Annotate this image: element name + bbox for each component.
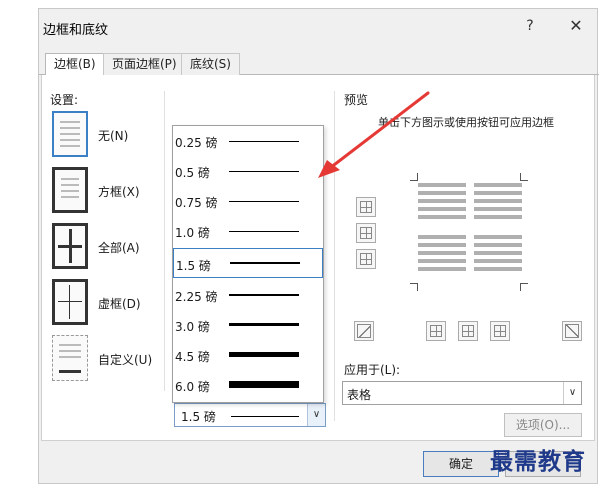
line-width-option[interactable]: 6.0 磅: [173, 370, 323, 400]
divider: [164, 91, 165, 391]
borders-and-shading-dialog: 边框和底纹 ? ✕ 边框(B) 页面边框(P) 底纹(S) 设置: 无(N) 方…: [38, 8, 599, 484]
line-width-option[interactable]: 3.0 磅: [173, 310, 323, 340]
top-border-button[interactable]: [356, 197, 376, 217]
preview-corner: [520, 283, 528, 291]
setting-all-label: 全部(A): [98, 241, 140, 255]
setting-custom-icon: [52, 335, 88, 381]
line-width-option-selected[interactable]: 1.5 磅: [173, 248, 323, 278]
preview-corner: [410, 173, 418, 181]
watermark-logo: 最需教育: [490, 448, 586, 475]
tab-page-border[interactable]: 页面边框(P): [103, 53, 186, 75]
setting-grid-label: 虚框(D): [98, 297, 141, 311]
help-button[interactable]: ?: [519, 15, 541, 37]
line-width-option[interactable]: 0.25 磅: [173, 126, 323, 156]
setting-box[interactable]: 方框(X): [50, 167, 170, 217]
setting-all-icon: [52, 223, 88, 269]
inside-vertical-border-button[interactable]: [458, 321, 478, 341]
setting-box-label: 方框(X): [98, 185, 140, 199]
divider: [334, 91, 335, 421]
preview-area[interactable]: [418, 183, 526, 283]
apply-to-select[interactable]: 表格 ∨: [342, 381, 582, 405]
dialog-title: 边框和底纹: [43, 23, 109, 38]
tab-strip: 边框(B) 页面边框(P) 底纹(S): [39, 53, 599, 76]
right-border-button[interactable]: [490, 321, 510, 341]
setting-grid[interactable]: 虚框(D): [50, 279, 170, 329]
close-button[interactable]: ✕: [565, 15, 587, 37]
line-width-option[interactable]: 2.25 磅: [173, 280, 323, 310]
diagonal-up-border-button[interactable]: [354, 321, 374, 341]
chevron-down-icon[interactable]: ∨: [563, 382, 581, 404]
setting-none-label: 无(N): [98, 129, 129, 143]
setting-box-icon: [52, 167, 88, 213]
inside-horizontal-border-button[interactable]: [356, 223, 376, 243]
setting-custom-label: 自定义(U): [98, 353, 153, 367]
line-width-value: 1.5 磅: [181, 410, 216, 424]
apply-to-value: 表格: [347, 388, 372, 402]
line-width-option[interactable]: 0.5 磅: [173, 156, 323, 186]
preview-hint: 单击下方图示或使用按钮可应用边框: [378, 116, 554, 129]
bottom-border-button[interactable]: [356, 249, 376, 269]
tab-shading[interactable]: 底纹(S): [181, 53, 240, 75]
setting-none[interactable]: 无(N): [50, 111, 170, 161]
apply-to-label: 应用于(L):: [344, 363, 401, 377]
line-width-option[interactable]: 4.5 磅: [173, 340, 323, 370]
left-border-button[interactable]: [426, 321, 446, 341]
options-button[interactable]: 选项(O)...: [504, 413, 582, 437]
ok-button[interactable]: 确定: [423, 451, 499, 477]
setting-all[interactable]: 全部(A): [50, 223, 170, 273]
preview-corner: [520, 173, 528, 181]
line-width-sample: [231, 416, 299, 417]
line-width-combo[interactable]: 1.5 磅 ∨: [174, 403, 326, 427]
setting-label: 设置:: [50, 93, 79, 107]
preview-label: 预览: [344, 93, 369, 107]
borders-panel: 设置: 无(N) 方框(X) 全部(A) 虚框(D) 自定义(U) 0.25 磅…: [41, 75, 595, 441]
diagonal-down-border-button[interactable]: [562, 321, 582, 341]
setting-grid-icon: [52, 279, 88, 325]
setting-custom[interactable]: 自定义(U): [50, 335, 170, 385]
tab-borders[interactable]: 边框(B): [45, 53, 105, 76]
line-width-dropdown-list: 0.25 磅 0.5 磅 0.75 磅 1.0 磅 1.5 磅 2.25 磅 3…: [172, 125, 324, 403]
line-width-option[interactable]: 0.75 磅: [173, 186, 323, 216]
setting-none-icon: [52, 111, 88, 157]
preview-corner: [410, 283, 418, 291]
chevron-down-icon[interactable]: ∨: [307, 404, 325, 426]
line-width-option[interactable]: 1.0 磅: [173, 216, 323, 246]
